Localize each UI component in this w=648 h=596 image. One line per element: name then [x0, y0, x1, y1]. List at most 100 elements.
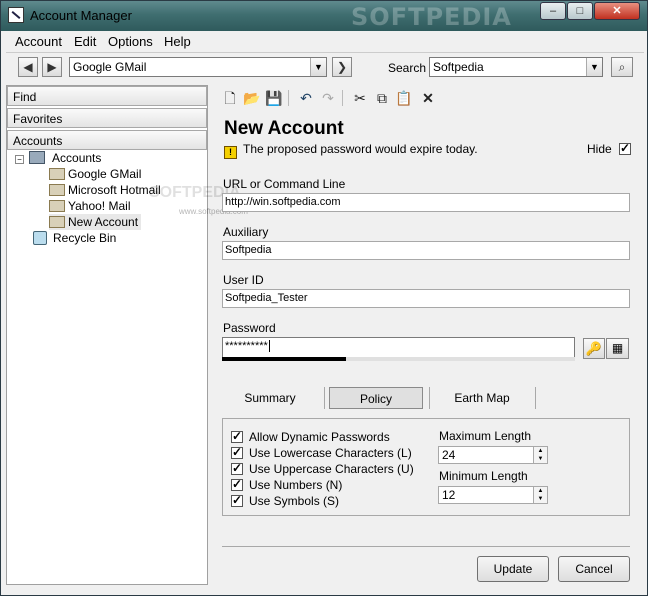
password-field[interactable]: ********** [222, 337, 575, 358]
menu-edit[interactable]: Edit [74, 34, 96, 49]
redo-icon[interactable]: ↷ [319, 89, 337, 107]
min-length-label: Minimum Length [439, 469, 528, 483]
generate-password-key-icon[interactable]: 🔑 [583, 338, 605, 359]
check-numbers[interactable]: Use Numbers (N) [231, 477, 342, 492]
tree-root-accounts[interactable]: − Accounts [15, 150, 101, 166]
search-label: Search [388, 61, 427, 75]
folder-icon [49, 216, 65, 228]
search-icon[interactable]: ⌕ [611, 57, 633, 77]
folder-icon [49, 184, 65, 196]
password-strength-meter [222, 357, 575, 361]
check-allow-dynamic-passwords[interactable]: Allow Dynamic Passwords [231, 429, 390, 444]
sidebar-favorites[interactable]: Favorites [7, 108, 207, 128]
max-length-stepper[interactable]: 24 ▲ ▼ [438, 446, 548, 464]
check-uppercase[interactable]: Use Uppercase Characters (U) [231, 461, 414, 476]
warning-icon: ! [224, 146, 237, 159]
tree-item-label: New Account [68, 215, 139, 229]
tree-item-label: Google GMail [68, 167, 142, 181]
tree-item-recycle-bin[interactable]: Recycle Bin [33, 230, 116, 246]
minimize-button[interactable]: ‒ [540, 2, 566, 20]
tree-item-yahoo-mail[interactable]: Yahoo! Mail [49, 198, 130, 214]
policy-panel: Allow Dynamic Passwords Use Lowercase Ch… [222, 418, 630, 516]
calendar-icon[interactable]: ▦ [606, 338, 629, 359]
save-icon[interactable]: 💾 [265, 89, 283, 107]
title-bar[interactable]: Account Manager SOFTPEDIA ‒ □ ✕ [1, 1, 647, 31]
spin-up-icon[interactable]: ▲ [533, 487, 547, 495]
tree-item-microsoft-hotmail[interactable]: Microsoft Hotmail [49, 182, 161, 198]
account-editor: 🗋 📂 💾 ↶ ↷ ✂ ⧉ 📋 ✕ New Account ! The propo… [215, 85, 643, 585]
tree-root-label: Accounts [52, 151, 102, 165]
app-icon [8, 7, 24, 23]
update-button[interactable]: Update [477, 556, 549, 582]
undo-icon[interactable]: ↶ [297, 89, 315, 107]
checkbox[interactable] [231, 477, 243, 491]
password-value: ********** [225, 340, 268, 352]
account-selector[interactable]: Google GMail ▼ [69, 57, 327, 77]
copy-icon[interactable]: ⧉ [373, 89, 391, 107]
tab-policy[interactable]: Policy [329, 387, 423, 409]
checkbox-label: Use Lowercase Characters (L) [249, 446, 412, 460]
tab-summary[interactable]: Summary [233, 387, 307, 409]
checkbox[interactable] [231, 493, 243, 507]
expiry-warning: ! The proposed password would expire toda… [224, 142, 478, 159]
paste-icon[interactable]: 📋 [395, 89, 413, 107]
check-symbols[interactable]: Use Symbols (S) [231, 493, 339, 508]
tab-earth-map[interactable]: Earth Map [439, 387, 525, 409]
url-field[interactable]: http://win.softpedia.com [222, 193, 630, 212]
tree-item-google-gmail[interactable]: Google GMail [49, 166, 141, 182]
password-strength-bar [222, 357, 346, 361]
menu-options[interactable]: Options [108, 34, 153, 49]
menu-help[interactable]: Help [164, 34, 191, 49]
cut-icon[interactable]: ✂ [351, 89, 369, 107]
toolbar-divider [342, 90, 343, 106]
max-length-value: 24 [442, 448, 456, 462]
hide-checkbox[interactable] [619, 141, 632, 155]
tab-divider [535, 387, 536, 409]
max-length-label: Maximum Length [439, 429, 532, 443]
spin-down-icon[interactable]: ▼ [533, 455, 547, 463]
spin-down-icon[interactable]: ▼ [533, 495, 547, 503]
auxiliary-field[interactable]: Softpedia [222, 241, 630, 260]
hide-label: Hide [587, 142, 612, 156]
chevron-down-icon[interactable]: ▼ [586, 58, 602, 76]
recycle-bin-icon [33, 231, 47, 245]
search-input[interactable]: Softpedia ▼ [429, 57, 603, 77]
watermark-text: SOFTPEDIA [351, 3, 512, 31]
tree-item-new-account[interactable]: New Account [49, 214, 142, 230]
cancel-button[interactable]: Cancel [558, 556, 630, 582]
new-file-icon[interactable]: 🗋 [221, 89, 239, 107]
min-length-stepper[interactable]: 12 ▲ ▼ [438, 486, 548, 504]
sidebar-accounts[interactable]: Accounts [7, 130, 207, 150]
checkbox[interactable] [231, 445, 243, 459]
close-button[interactable]: ✕ [594, 2, 640, 20]
auxiliary-label: Auxiliary [223, 225, 269, 239]
go-arrow-icon[interactable]: ❯ [332, 57, 352, 77]
min-length-value: 12 [442, 488, 456, 502]
menu-account[interactable]: Account [15, 34, 62, 49]
checkbox[interactable] [231, 461, 243, 475]
toolbar-divider [288, 90, 289, 106]
maximize-button[interactable]: □ [567, 2, 593, 20]
open-folder-icon[interactable]: 📂 [243, 89, 261, 107]
back-arrow-icon[interactable]: ◀ [18, 57, 38, 77]
warning-text: The proposed password would expire today… [243, 142, 478, 156]
check-lowercase[interactable]: Use Lowercase Characters (L) [231, 445, 412, 460]
menu-bar: Account Edit Options Help [6, 31, 644, 53]
hide-toggle[interactable]: Hide [587, 141, 632, 156]
password-label: Password [223, 321, 276, 335]
account-manager-window: Account Manager SOFTPEDIA ‒ □ ✕ Account … [0, 0, 648, 596]
url-label: URL or Command Line [223, 177, 346, 191]
checkbox-label: Use Uppercase Characters (U) [249, 462, 414, 476]
tree-item-label: Recycle Bin [53, 231, 117, 245]
tab-divider [324, 387, 325, 409]
delete-icon[interactable]: ✕ [419, 89, 437, 107]
spin-up-icon[interactable]: ▲ [533, 447, 547, 455]
checkbox[interactable] [231, 429, 243, 443]
tree-item-label: Yahoo! Mail [68, 199, 131, 213]
account-selector-value: Google GMail [73, 60, 147, 74]
chevron-down-icon[interactable]: ▼ [310, 58, 326, 76]
sidebar-find[interactable]: Find [7, 86, 207, 106]
forward-arrow-icon[interactable]: ▶ [42, 57, 62, 77]
user-id-field[interactable]: Softpedia_Tester [222, 289, 630, 308]
collapse-icon[interactable]: − [15, 155, 24, 164]
